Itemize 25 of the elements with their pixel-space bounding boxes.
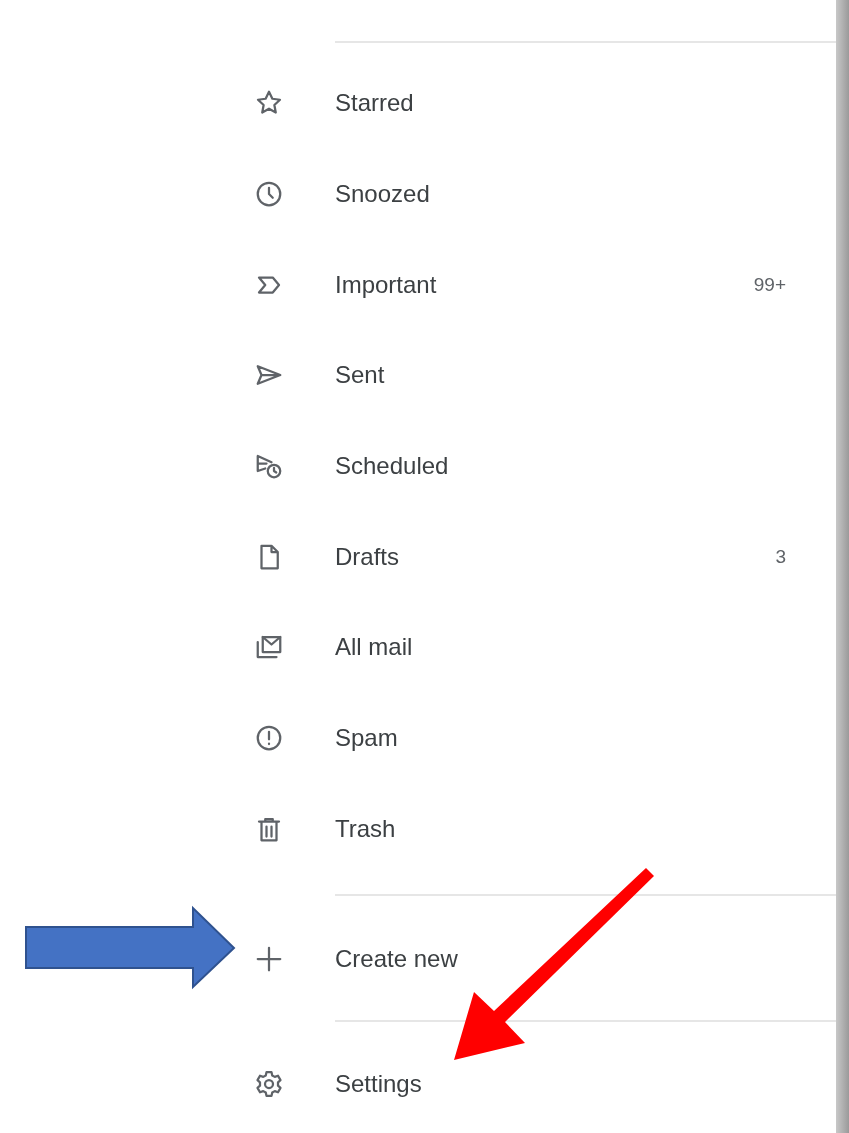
item-label: Drafts (335, 542, 400, 571)
drawer-item[interactable]: Starred (240, 58, 836, 149)
item-label: Important (335, 270, 438, 299)
drawer-item[interactable]: Drafts 3 (240, 511, 836, 603)
item-label: Create new (335, 945, 459, 974)
item-count: 3 (775, 545, 786, 568)
drawer-item[interactable]: Important 99+ (240, 239, 836, 331)
drawer-item[interactable]: Spam (240, 692, 836, 784)
drawer-item[interactable]: Snoozed (240, 148, 836, 240)
item-label: Scheduled (335, 452, 450, 481)
item-label: Starred (335, 89, 415, 118)
create-new-item[interactable]: Create new (240, 914, 836, 1005)
item-count: 99+ (753, 273, 786, 296)
settings-icon (254, 1069, 284, 1100)
settings-item[interactable]: Settings (240, 1039, 836, 1130)
item-label: All mail (335, 633, 414, 662)
item-label: Snoozed (335, 180, 431, 209)
drawer-item[interactable]: Sent (240, 330, 836, 421)
drawer-item[interactable]: Trash (240, 783, 836, 875)
item-label: Spam (335, 724, 399, 753)
item-label: Settings (335, 1070, 423, 1099)
drawer-item[interactable]: Scheduled (240, 420, 836, 512)
item-label: Sent (335, 361, 386, 390)
item-label: Trash (335, 814, 397, 843)
drawer-item[interactable]: All mail (240, 602, 836, 693)
